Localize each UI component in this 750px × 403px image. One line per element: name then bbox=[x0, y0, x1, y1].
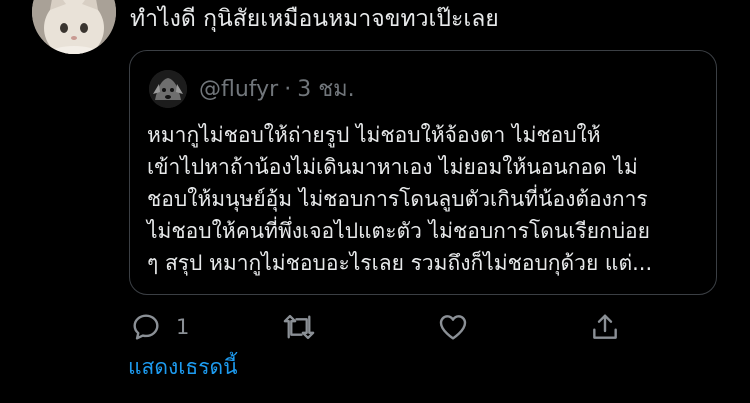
quote-body: หมากูไม่ชอบให้ถ่ายรูป ไม่ชอบให้จ้องตา ไม… bbox=[147, 119, 707, 279]
quote-line: ๆ สรุป หมากูไม่ชอบอะไรเลย รวมถึงก็ไม่ชอบ… bbox=[147, 251, 653, 275]
tweet-text: ทำไงดี กุนิสัยเหมือนหมาจขทวเป๊ะเลย bbox=[130, 6, 499, 32]
quote-time[interactable]: 3 ชม. bbox=[297, 77, 354, 102]
like-button[interactable] bbox=[436, 310, 470, 344]
reply-button[interactable]: 1 bbox=[130, 310, 189, 344]
retweet-icon bbox=[283, 314, 315, 340]
quote-handle[interactable]: @flufyr bbox=[199, 77, 278, 102]
user-avatar[interactable] bbox=[32, 0, 116, 54]
quote-line: เข้าไปหาถ้าน้องไม่เดินมาหาเอง ไม่ยอมให้น… bbox=[147, 155, 638, 179]
reply-icon bbox=[133, 314, 159, 340]
meta-separator: · bbox=[284, 77, 292, 102]
quote-line: ชอบให้มนุษย์อุ้ม ไม่ชอบการโดนลูบตัวเกินท… bbox=[147, 187, 648, 211]
quoted-tweet[interactable]: @flufyr · 3 ชม. หมากูไม่ชอบให้ถ่ายรูป ไม่ช… bbox=[129, 50, 717, 295]
share-button[interactable] bbox=[589, 310, 621, 344]
quote-line: หมากูไม่ชอบให้ถ่ายรูป ไม่ชอบให้จ้องตา ไม… bbox=[147, 123, 601, 147]
dog-avatar-icon bbox=[149, 70, 187, 108]
quote-avatar[interactable] bbox=[149, 70, 187, 108]
quote-meta: @flufyr · 3 ชม. bbox=[199, 77, 355, 103]
tweet-page: ทำไงดี กุนิสัยเหมือนหมาจขทวเป๊ะเลย @fluf… bbox=[0, 0, 750, 403]
quote-line: ไม่ชอบให้คนที่พึ่งเจอไปแตะตัว ไม่ชอบการโ… bbox=[147, 219, 650, 243]
share-icon bbox=[593, 314, 617, 339]
reply-count: 1 bbox=[176, 315, 190, 339]
show-thread-link[interactable]: แสดงเธรดนี้ bbox=[128, 352, 238, 382]
heart-icon bbox=[439, 315, 467, 340]
retweet-button[interactable] bbox=[281, 310, 317, 344]
cat-avatar-icon bbox=[32, 0, 116, 54]
